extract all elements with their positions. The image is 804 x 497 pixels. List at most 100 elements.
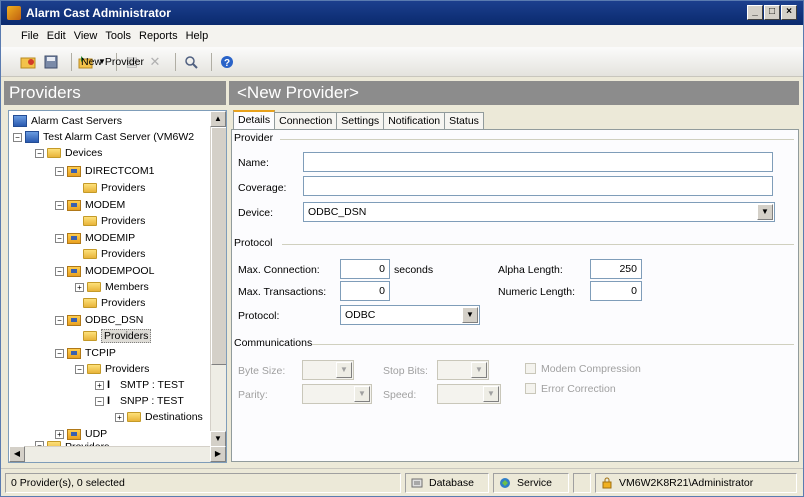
alpha-length-field[interactable]: 250	[590, 259, 642, 279]
protocol-label: Protocol:	[238, 310, 280, 322]
tree-item-label: TCPIP	[85, 347, 116, 359]
menu-view[interactable]: View	[74, 30, 98, 42]
menu-file[interactable]: File	[21, 30, 39, 42]
tab-status[interactable]: Status	[444, 112, 484, 130]
modem-compression-checkbox[interactable]	[525, 363, 536, 374]
tree-item-directcom1[interactable]: − DIRECTCOM1	[55, 163, 154, 179]
scroll-right-icon[interactable]: ▶	[210, 446, 226, 462]
scroll-left-icon[interactable]: ◀	[9, 446, 25, 462]
expand-icon[interactable]: +	[75, 282, 84, 292]
tree-item-label: Providers	[101, 329, 152, 343]
chevron-down-icon[interactable]: ▼	[483, 386, 499, 402]
name-label: Name:	[238, 157, 269, 169]
save-icon[interactable]	[42, 53, 60, 71]
tree-item-label: Providers	[101, 182, 146, 194]
maximize-button[interactable]: □	[764, 5, 780, 20]
server-group-icon	[13, 115, 27, 127]
scroll-down-icon[interactable]: ▼	[210, 431, 226, 447]
chevron-down-icon[interactable]: ▼	[757, 204, 773, 220]
minimize-button[interactable]: _	[747, 5, 763, 20]
tree-item-members[interactable]: + Members	[75, 279, 149, 295]
coverage-label: Coverage:	[238, 182, 287, 194]
protocol-select[interactable]: ODBC ▼	[340, 305, 480, 325]
search-icon[interactable]	[182, 53, 200, 71]
folder-icon	[83, 216, 97, 226]
tree-item-modemip[interactable]: − MODEMIP	[55, 230, 135, 246]
byte-size-select[interactable]: ▼	[302, 360, 354, 380]
stop-bits-select[interactable]: ▼	[437, 360, 489, 380]
device-icon	[67, 347, 81, 359]
tree-vertical-scrollbar[interactable]: ▲ ▼	[210, 111, 226, 447]
tree-item-providers[interactable]: Providers	[83, 180, 145, 196]
tree-item-modempool[interactable]: − MODEMPOOL	[55, 263, 154, 279]
tree-item-providers[interactable]: Providers	[83, 213, 145, 229]
speed-select[interactable]: ▼	[437, 384, 501, 404]
menu-edit[interactable]: Edit	[47, 30, 66, 42]
tab-settings[interactable]: Settings	[336, 112, 385, 130]
tree-item-providers[interactable]: Providers	[83, 246, 145, 262]
collapse-icon[interactable]: −	[35, 148, 44, 158]
tree-item-destinations[interactable]: + Destinations	[115, 409, 203, 425]
tree-item-tcpip[interactable]: − TCPIP	[55, 345, 116, 361]
tree-item-server[interactable]: − Test Alarm Cast Server (VM6W2	[13, 129, 194, 145]
expand-icon[interactable]: +	[55, 429, 64, 439]
provider-icon: I	[107, 395, 111, 407]
error-correction-checkbox[interactable]	[525, 383, 536, 394]
expand-icon[interactable]: +	[95, 380, 104, 390]
collapse-icon[interactable]: −	[55, 233, 64, 243]
parity-select[interactable]: ▼	[302, 384, 372, 404]
tree-horizontal-scrollbar[interactable]: ◀ ▶	[9, 446, 226, 462]
tree-item-udp[interactable]: + UDP	[55, 426, 107, 442]
tree-item-smtp[interactable]: + I SMTP : TEST	[95, 377, 184, 393]
open-folder-icon[interactable]	[19, 53, 37, 71]
folder-icon	[87, 364, 101, 374]
max-transactions-field[interactable]: 0	[340, 281, 390, 301]
collapse-icon[interactable]: −	[95, 396, 104, 406]
close-button[interactable]: ×	[781, 5, 797, 20]
collapse-icon[interactable]: −	[55, 200, 64, 210]
collapse-icon[interactable]: −	[13, 132, 22, 142]
collapse-icon[interactable]: −	[75, 364, 84, 374]
tree-item-label: SMTP : TEST	[120, 379, 185, 391]
chevron-down-icon[interactable]: ▼	[462, 307, 478, 323]
numeric-length-field[interactable]: 0	[590, 281, 642, 301]
device-select[interactable]: ODBC_DSN ▼	[303, 202, 775, 222]
window-title: Alarm Cast Administrator	[26, 6, 171, 20]
tree-item-modem[interactable]: − MODEM	[55, 197, 125, 213]
name-field[interactable]	[303, 152, 773, 172]
collapse-icon[interactable]: −	[55, 166, 64, 176]
help-icon[interactable]: ?	[218, 53, 236, 71]
tree-item-devices[interactable]: − Devices	[35, 145, 102, 161]
tree-item-snpp[interactable]: − I SNPP : TEST	[95, 393, 184, 409]
device-icon	[67, 314, 81, 326]
chevron-down-icon[interactable]: ▼	[471, 362, 487, 378]
stop-bits-label: Stop Bits:	[383, 365, 428, 377]
tree-item-odbc-dsn[interactable]: − ODBC_DSN	[55, 312, 143, 328]
tab-details[interactable]: Details	[233, 110, 276, 130]
delete-icon[interactable]: ✕	[146, 53, 164, 71]
byte-size-label: Byte Size:	[238, 365, 286, 377]
tab-notification[interactable]: Notification	[383, 112, 446, 130]
seconds-label: seconds	[394, 264, 434, 276]
chevron-down-icon[interactable]: ▼	[354, 386, 370, 402]
collapse-icon[interactable]: −	[55, 348, 64, 358]
collapse-icon[interactable]: −	[55, 266, 64, 276]
tree-item-label: Providers	[101, 248, 146, 260]
chevron-down-icon[interactable]: ▼	[336, 362, 352, 378]
tree-item-providers[interactable]: Providers	[83, 295, 145, 311]
tree-item-providers-selected[interactable]: Providers	[83, 328, 152, 344]
tab-connection[interactable]: Connection	[274, 112, 338, 130]
scroll-thumb[interactable]	[211, 127, 226, 365]
menu-tools[interactable]: Tools	[105, 30, 131, 42]
menu-reports[interactable]: Reports	[139, 30, 178, 42]
provider-tree[interactable]: Alarm Cast Servers − Test Alarm Cast Ser…	[8, 110, 227, 463]
tree-item-providers[interactable]: − Providers	[75, 361, 149, 377]
coverage-field[interactable]	[303, 176, 773, 196]
expand-icon[interactable]: +	[115, 412, 124, 422]
tree-item-root[interactable]: Alarm Cast Servers	[13, 113, 122, 129]
max-connection-field[interactable]: 0	[340, 259, 390, 279]
collapse-icon[interactable]: −	[55, 315, 64, 325]
new-provider-button[interactable]: New Provider ▼	[78, 55, 144, 69]
scroll-up-icon[interactable]: ▲	[210, 111, 226, 127]
menu-help[interactable]: Help	[186, 30, 209, 42]
